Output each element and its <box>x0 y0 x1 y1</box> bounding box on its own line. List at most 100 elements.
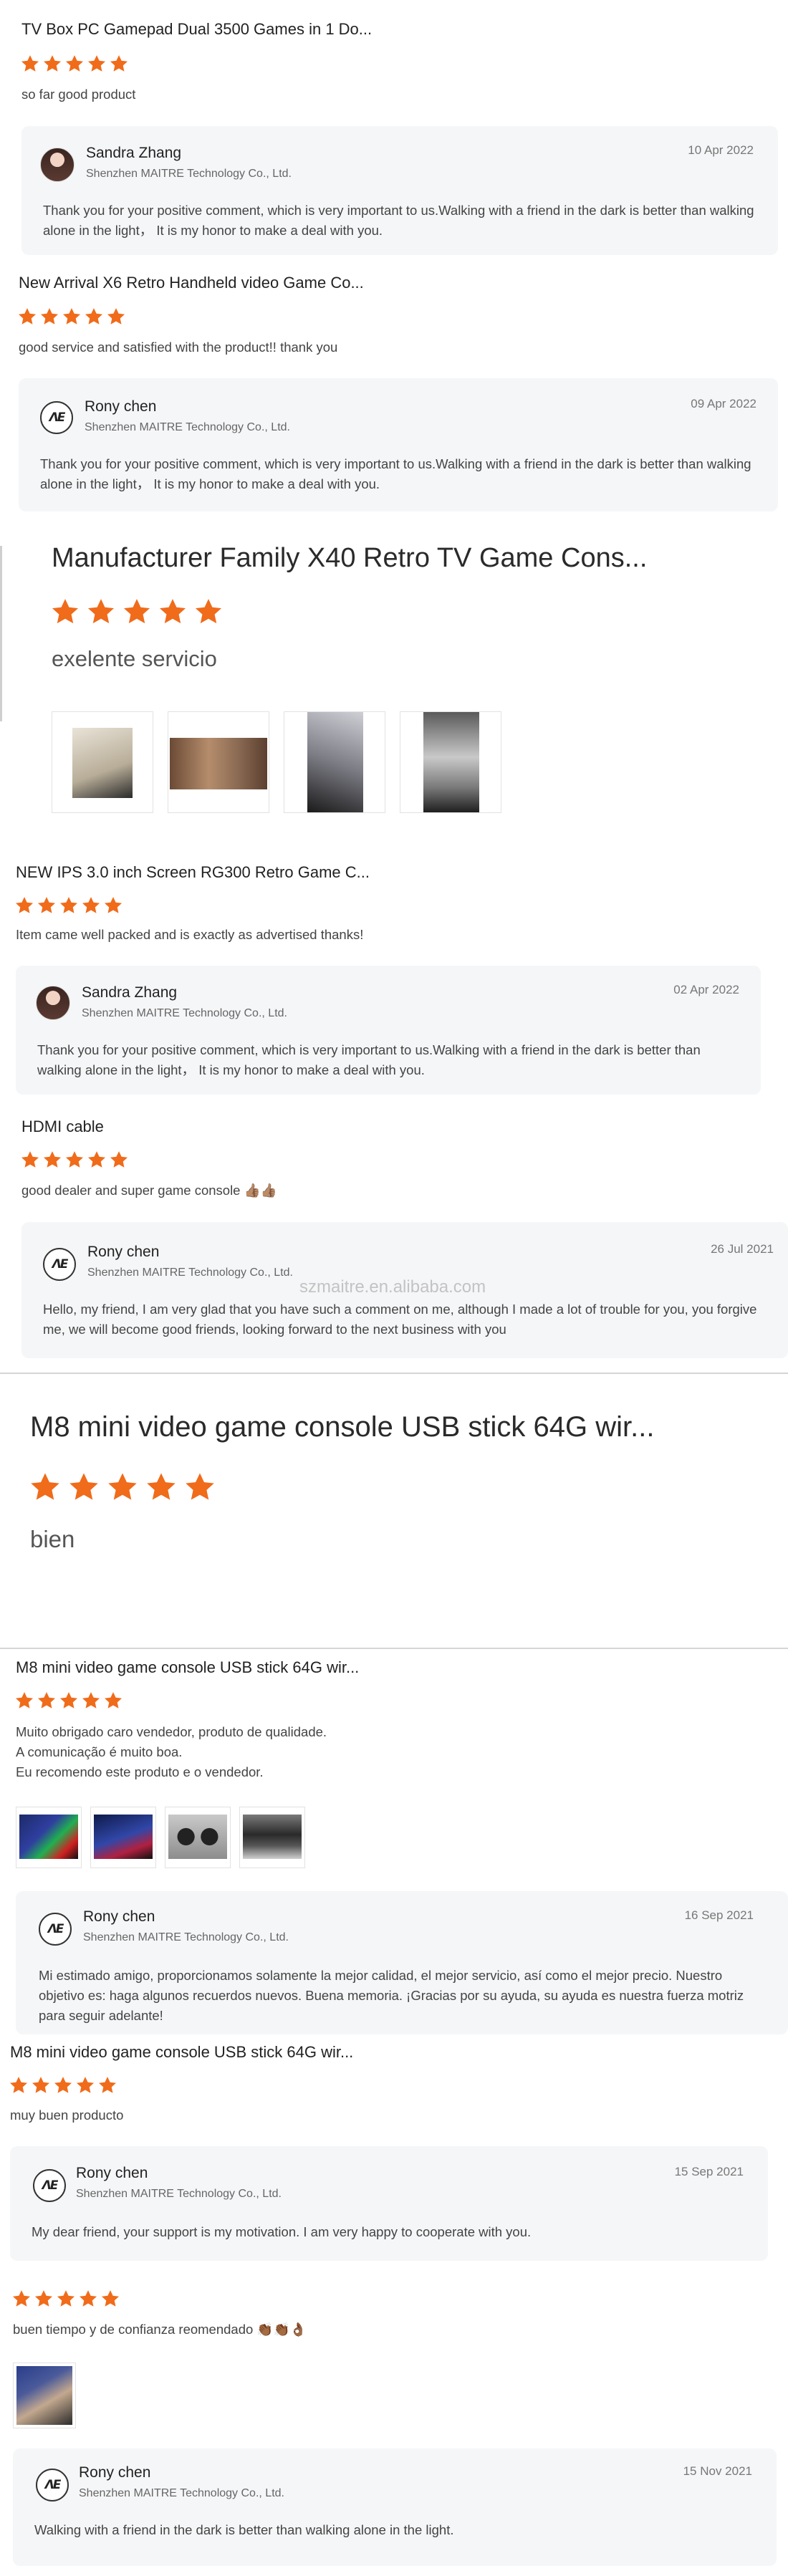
review-photo[interactable] <box>52 711 153 813</box>
reply-date: 15 Sep 2021 <box>674 2165 744 2178</box>
star-icon <box>110 1151 128 1168</box>
star-rating <box>20 1150 131 1170</box>
seller-reply: Sandra Zhang Shenzhen MAITRE Technology … <box>16 966 761 1095</box>
reply-text: Mi estimado amigo, proporcionamos solame… <box>39 1968 744 2023</box>
review-comment: good service and satisfied with the prod… <box>19 340 338 355</box>
star-icon <box>110 55 128 72</box>
reply-date: 15 Nov 2021 <box>683 2464 752 2478</box>
section-divider <box>0 546 2 721</box>
reply-date: 26 Jul 2021 <box>711 1242 774 1256</box>
product-title[interactable]: NEW IPS 3.0 inch Screen RG300 Retro Game… <box>16 863 370 882</box>
review-comment: good dealer and super game console 👍🏽👍🏽 <box>21 1183 277 1198</box>
star-icon <box>87 599 115 624</box>
star-icon <box>21 55 39 72</box>
star-rating <box>11 2289 122 2309</box>
reply-author: Rony chen <box>87 1244 160 1260</box>
reply-company: Shenzhen MAITRE Technology Co., Ltd. <box>87 1267 293 1279</box>
seller-reply: ΛE Rony chen Shenzhen MAITRE Technology … <box>10 2146 768 2261</box>
product-title[interactable]: New Arrival X6 Retro Handheld video Game… <box>19 274 364 292</box>
reply-date: 16 Sep 2021 <box>684 1908 754 1922</box>
reply-text: Walking with a friend in the dark is bet… <box>34 2522 454 2537</box>
product-title[interactable]: M8 mini video game console USB stick 64G… <box>16 1658 359 1677</box>
review-comment: so far good product <box>21 87 136 102</box>
star-icon <box>43 55 62 72</box>
star-icon <box>59 1692 78 1708</box>
star-icon <box>123 599 150 624</box>
seller-reply: ΛE Rony chen Shenzhen MAITRE Technology … <box>13 2448 777 2566</box>
review-comment: buen tiempo y de confianza reomendado 👏🏾… <box>13 2322 307 2337</box>
star-icon <box>195 599 222 624</box>
review-photo[interactable] <box>16 1807 82 1868</box>
reply-company: Shenzhen MAITRE Technology Co., Ltd. <box>76 2188 282 2200</box>
star-icon <box>82 1692 100 1708</box>
star-icon <box>32 2077 50 2093</box>
watermark: szmaitre.en.alibaba.com <box>299 1277 486 1297</box>
seller-reply: Sandra Zhang Shenzhen MAITRE Technology … <box>21 126 778 255</box>
star-icon <box>37 897 56 913</box>
reply-date: 02 Apr 2022 <box>673 983 739 996</box>
reply-company: Shenzhen MAITRE Technology Co., Ltd. <box>79 2487 284 2499</box>
star-rating <box>29 1471 222 1504</box>
star-icon <box>98 2077 117 2093</box>
star-rating <box>9 2075 120 2095</box>
maitre-logo-icon: ΛE <box>40 401 73 434</box>
star-icon <box>15 1692 34 1708</box>
star-icon <box>62 308 81 325</box>
star-icon <box>101 2290 120 2307</box>
reply-author: Rony chen <box>83 1908 155 1925</box>
reply-author: Rony chen <box>79 2464 151 2481</box>
review-comment: Item came well packed and is exactly as … <box>16 927 364 942</box>
review-photo[interactable] <box>284 711 385 813</box>
seller-reply: ΛE Rony chen Shenzhen MAITRE Technology … <box>19 378 778 511</box>
star-rating <box>17 307 128 327</box>
review-photo[interactable] <box>165 1807 231 1868</box>
review-comment: Muito obrigado caro vendedor, produto de… <box>16 1724 327 1779</box>
star-icon <box>57 2290 75 2307</box>
review-photo[interactable] <box>90 1807 156 1868</box>
star-icon <box>37 1692 56 1708</box>
maitre-logo-icon: ΛE <box>39 1913 72 1946</box>
star-icon <box>147 1473 176 1500</box>
review-photo[interactable] <box>400 711 501 813</box>
section-divider <box>0 1648 788 1649</box>
reply-company: Shenzhen MAITRE Technology Co., Ltd. <box>82 1007 287 1019</box>
star-icon <box>87 55 106 72</box>
reply-date: 10 Apr 2022 <box>688 143 754 157</box>
product-title[interactable]: HDMI cable <box>21 1118 104 1136</box>
star-icon <box>69 1473 98 1500</box>
reply-company: Shenzhen MAITRE Technology Co., Ltd. <box>83 1931 289 1943</box>
star-icon <box>76 2077 95 2093</box>
product-title[interactable]: Manufacturer Family X40 Retro TV Game Co… <box>52 543 647 574</box>
product-title[interactable]: M8 mini video game console USB stick 64G… <box>10 2043 353 2062</box>
star-icon <box>21 1151 39 1168</box>
review-photo[interactable] <box>168 711 269 813</box>
star-icon <box>43 1151 62 1168</box>
star-icon <box>186 1473 214 1500</box>
star-icon <box>85 308 103 325</box>
reply-author: Rony chen <box>76 2165 148 2181</box>
maitre-logo-icon: ΛE <box>36 2469 69 2501</box>
star-rating <box>14 1691 125 1711</box>
star-icon <box>65 55 84 72</box>
section-divider <box>0 1373 788 1374</box>
reply-text: Thank you for your positive comment, whi… <box>43 203 754 238</box>
seller-reply: ΛE Rony chen Shenzhen MAITRE Technology … <box>16 1891 788 2034</box>
star-icon <box>108 1473 137 1500</box>
star-rating <box>14 895 125 915</box>
reply-text: Thank you for your positive comment, whi… <box>37 1042 701 1077</box>
review-photo[interactable] <box>239 1807 305 1868</box>
reply-author: Rony chen <box>85 398 157 415</box>
star-icon <box>9 2077 28 2093</box>
review-photo[interactable] <box>13 2363 76 2428</box>
star-icon <box>65 1151 84 1168</box>
reply-text: My dear friend, your support is my motiv… <box>32 2224 532 2239</box>
person-photo-icon <box>40 148 75 182</box>
review-comment: muy buen producto <box>10 2108 124 2123</box>
product-title[interactable]: TV Box PC Gamepad Dual 3500 Games in 1 D… <box>21 20 372 39</box>
product-title[interactable]: M8 mini video game console USB stick 64G… <box>30 1411 654 1443</box>
star-icon <box>15 897 34 913</box>
star-icon <box>18 308 37 325</box>
reply-author: Sandra Zhang <box>86 145 182 161</box>
maitre-logo-icon: ΛE <box>43 1248 76 1281</box>
person-photo-icon <box>36 986 70 1020</box>
